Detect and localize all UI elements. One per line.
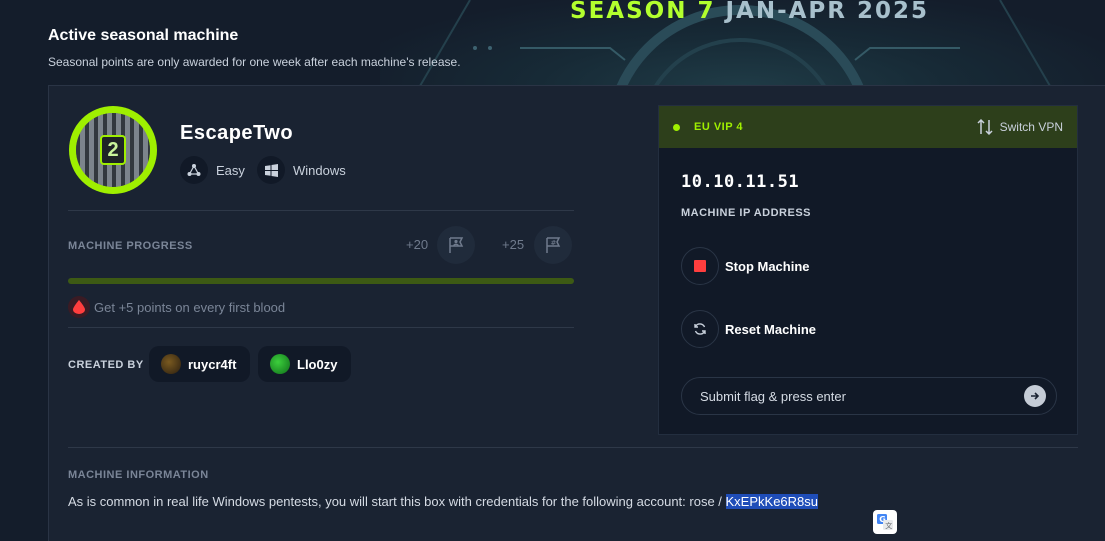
flag-input[interactable] [700, 388, 1000, 404]
divider [68, 210, 574, 211]
submit-flag-button[interactable] [1024, 385, 1046, 407]
difficulty-tag: Easy [180, 156, 245, 184]
os-label: Windows [293, 162, 346, 178]
root-flag-icon: # [534, 226, 572, 264]
machine-avatar: 2 [69, 106, 157, 194]
vpn-header: EU VIP 4 Switch VPN [659, 106, 1077, 148]
section-subtitle: Seasonal points are only awarded for one… [48, 55, 461, 69]
author-name: Llo0zy [297, 356, 338, 372]
author-avatar [270, 354, 290, 374]
machine-card: 2 EscapeTwo Easy Windows MACHINE PROGRES… [48, 85, 1105, 541]
vpn-server: EU VIP 4 [673, 121, 743, 133]
switch-vpn-label: Switch VPN [999, 120, 1063, 134]
vpn-panel: EU VIP 4 Switch VPN 10.10.11.51 MACHINE … [658, 105, 1078, 435]
author-avatar [161, 354, 181, 374]
machine-name[interactable]: EscapeTwo [180, 122, 293, 145]
avatar-digit: 2 [100, 135, 126, 165]
season-number: SEASON 7 [570, 0, 716, 24]
user-flag-points: +20 [406, 237, 429, 252]
svg-text:文: 文 [885, 521, 892, 530]
reset-machine-button[interactable]: Reset Machine [681, 310, 816, 348]
difficulty-label: Easy [216, 162, 245, 178]
user-flag-icon [437, 226, 475, 264]
author-name: ruycr4ft [188, 356, 237, 372]
created-by-label: CREATED BY [68, 359, 144, 371]
difficulty-icon [180, 156, 208, 184]
season-title: SEASON 7 JAN-APR 2025 [570, 0, 929, 24]
machine-progress-bar [68, 278, 574, 284]
machine-info-label: MACHINE INFORMATION [68, 469, 209, 481]
author-chip[interactable]: Llo0zy [258, 346, 352, 382]
root-flag-points: +25 [502, 237, 525, 252]
divider [68, 327, 574, 328]
section-title: Active seasonal machine [48, 27, 239, 44]
machine-info-text: As is common in real life Windows pentes… [68, 494, 819, 509]
reset-icon [681, 310, 719, 348]
machine-progress-label: MACHINE PROGRESS [68, 240, 193, 252]
blood-drop-icon [68, 296, 90, 318]
stop-icon [681, 247, 719, 285]
machine-info-body: As is common in real life Windows pentes… [68, 494, 726, 509]
switch-vpn-button[interactable]: Switch VPN [976, 118, 1063, 136]
first-blood-text: Get +5 points on every first blood [94, 299, 286, 315]
machine-ip[interactable]: 10.10.11.51 [681, 172, 799, 192]
first-blood-note: Get +5 points on every first blood [68, 296, 285, 318]
divider [68, 447, 1078, 448]
status-dot [673, 123, 680, 131]
vpn-server-name: EU VIP 4 [694, 121, 744, 133]
flag-submit-field [681, 377, 1057, 415]
arrow-right-icon [1031, 392, 1040, 400]
reset-machine-label: Reset Machine [725, 321, 817, 337]
windows-icon [257, 156, 285, 184]
season-banner: SEASON 7 JAN-APR 2025 [380, 0, 1105, 86]
stop-machine-label: Stop Machine [725, 258, 810, 274]
credential-password[interactable]: KxEPkKe6R8su [725, 494, 819, 509]
swap-icon [977, 118, 993, 136]
machine-ip-label: MACHINE IP ADDRESS [681, 207, 812, 219]
svg-text:#: # [551, 239, 557, 247]
stop-machine-button[interactable]: Stop Machine [681, 247, 810, 285]
author-chip[interactable]: ruycr4ft [149, 346, 251, 382]
os-tag: Windows [257, 156, 346, 184]
season-dates: JAN-APR 2025 [715, 0, 930, 24]
translate-icon[interactable]: G文 [873, 510, 897, 534]
